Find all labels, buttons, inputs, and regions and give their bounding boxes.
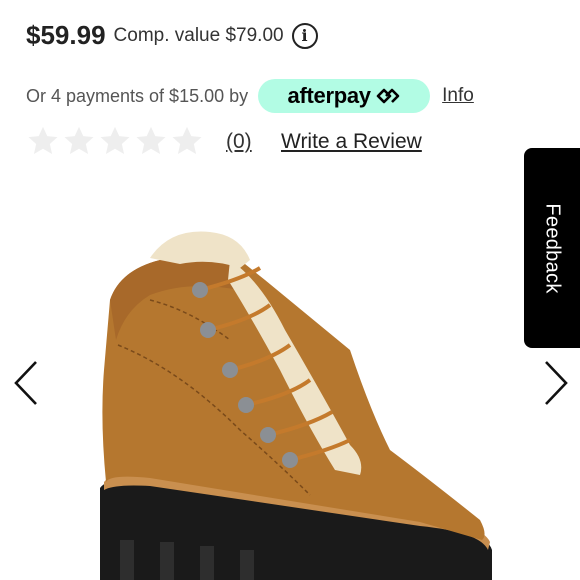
product-image: [100, 231, 492, 580]
price-row: $59.99 Comp. value $79.00 i: [26, 20, 318, 51]
star-icon: [100, 126, 130, 155]
afterpay-wordmark: afterpay: [287, 83, 372, 108]
price-info-icon[interactable]: i: [291, 22, 318, 49]
payments-info-link[interactable]: Info: [442, 85, 474, 107]
afterpay-badge[interactable]: afterpay: [258, 79, 431, 113]
chevron-right-icon[interactable]: [540, 358, 570, 408]
write-review-link[interactable]: Write a Review: [281, 130, 422, 154]
current-price: $59.99: [26, 20, 106, 50]
installments-text: Or 4 payments of $15.00 by: [26, 85, 249, 106]
payments-row: Or 4 payments of $15.00 by afterpay Info: [26, 79, 474, 113]
star-rating[interactable]: [26, 124, 204, 158]
feedback-tab[interactable]: Feedback: [524, 148, 580, 348]
afterpay-logo-icon: [376, 88, 400, 104]
rating-row: [26, 124, 204, 158]
review-count-link[interactable]: (0): [226, 130, 252, 154]
star-icon: [64, 126, 94, 155]
feedback-label: Feedback: [541, 202, 564, 294]
star-icon: [172, 126, 202, 155]
comp-value: Comp. value $79.00: [113, 24, 284, 46]
star-icon: [136, 126, 166, 155]
chevron-left-icon[interactable]: [12, 358, 42, 408]
star-icon: [28, 126, 58, 155]
